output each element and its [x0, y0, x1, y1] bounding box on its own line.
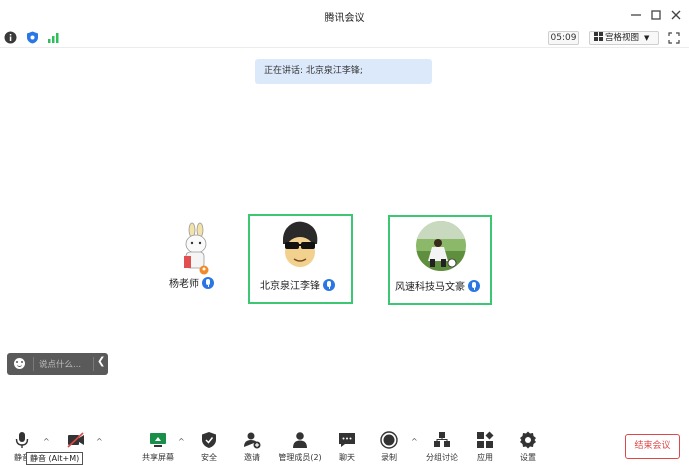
- record-label: 录制: [381, 453, 397, 462]
- shield-icon[interactable]: [26, 31, 39, 44]
- apps-icon: [477, 431, 494, 448]
- speaking-banner: 正在讲话: 北京泉江李锋;: [255, 59, 432, 84]
- window-title: 腾讯会议: [324, 13, 365, 24]
- chat-button[interactable]: 聊天: [337, 431, 357, 463]
- apps-label: 应用: [477, 453, 493, 462]
- apps-button[interactable]: 应用: [475, 431, 495, 463]
- video-options-caret[interactable]: ^: [96, 437, 103, 446]
- participant-name: 杨老师: [169, 275, 214, 290]
- meeting-timer: 05:09: [548, 31, 579, 45]
- share-screen-button[interactable]: 共享屏幕: [140, 431, 176, 463]
- security-label: 安全: [201, 453, 217, 462]
- minimize-icon[interactable]: [629, 8, 643, 22]
- divider: [33, 357, 34, 371]
- microphone-icon: [468, 280, 480, 292]
- participant-name: 风速科技马文豪: [395, 278, 480, 293]
- shield-icon: [202, 432, 216, 448]
- share-screen-label: 共享屏幕: [142, 453, 174, 462]
- manage-members-label: 管理成员(2): [278, 453, 322, 462]
- video-off-icon: [67, 432, 84, 448]
- participant-tile[interactable]: 杨老师: [166, 218, 228, 298]
- chat-input-bar[interactable]: 说点什么... ❮: [7, 353, 108, 375]
- share-screen-icon: [150, 433, 166, 447]
- mute-tooltip: 静音 (Alt+M): [26, 452, 84, 465]
- breakout-rooms-button[interactable]: 分组讨论: [424, 431, 460, 463]
- info-icon[interactable]: [4, 31, 17, 44]
- microphone-icon: [202, 277, 214, 289]
- signal-icon[interactable]: [47, 31, 60, 44]
- maximize-icon[interactable]: [649, 8, 663, 22]
- share-options-caret[interactable]: ^: [178, 437, 185, 446]
- video-button[interactable]: [64, 431, 88, 452]
- participant-name: 北京泉江李锋: [260, 277, 335, 292]
- gear-icon: [520, 431, 536, 449]
- microphone-icon: [15, 432, 29, 448]
- chat-input[interactable]: 说点什么...: [39, 358, 81, 370]
- close-icon[interactable]: [669, 8, 683, 22]
- grid-view-label: 宫格视图: [605, 33, 640, 43]
- avatar: [283, 221, 318, 267]
- breakout-icon: [434, 432, 450, 447]
- chevron-down-icon: ▼: [644, 34, 650, 42]
- add-user-icon: [244, 432, 261, 449]
- chevron-left-icon[interactable]: ❮: [97, 356, 105, 367]
- breakout-label: 分组讨论: [426, 453, 458, 462]
- microphone-icon: [323, 279, 335, 291]
- end-meeting-button[interactable]: 结束会议: [625, 434, 680, 459]
- chat-icon: [339, 433, 355, 447]
- grid-icon: [594, 32, 603, 41]
- divider: [93, 357, 94, 371]
- fullscreen-icon[interactable]: [667, 31, 681, 45]
- invite-button[interactable]: 邀请: [242, 431, 262, 463]
- avatar: [184, 222, 209, 275]
- record-icon: [380, 431, 398, 449]
- participant-tile[interactable]: 风速科技马文豪: [388, 215, 492, 305]
- participant-tile[interactable]: 北京泉江李锋: [248, 214, 353, 304]
- members-icon: [293, 432, 307, 448]
- bottom-toolbar: 静音 ^ ^ 共享屏幕 ^ 安全 邀请 管理成员(2) 聊天 录制 ^ 分组讨论…: [0, 425, 689, 465]
- settings-label: 设置: [520, 453, 536, 462]
- record-button[interactable]: 录制: [379, 431, 399, 463]
- manage-members-button[interactable]: 管理成员(2): [277, 431, 323, 463]
- security-button[interactable]: 安全: [199, 431, 219, 463]
- info-bar: 05:09 宫格视图 ▼: [0, 28, 689, 48]
- grid-view-dropdown[interactable]: 宫格视图 ▼: [589, 31, 659, 45]
- record-options-caret[interactable]: ^: [411, 437, 418, 446]
- emoji-icon[interactable]: [14, 358, 25, 369]
- invite-label: 邀请: [244, 453, 260, 462]
- mute-options-caret[interactable]: ^: [43, 437, 50, 446]
- chat-label: 聊天: [339, 453, 355, 462]
- avatar: [416, 221, 466, 271]
- settings-button[interactable]: 设置: [518, 431, 538, 463]
- title-bar: 腾讯会议: [0, 0, 689, 30]
